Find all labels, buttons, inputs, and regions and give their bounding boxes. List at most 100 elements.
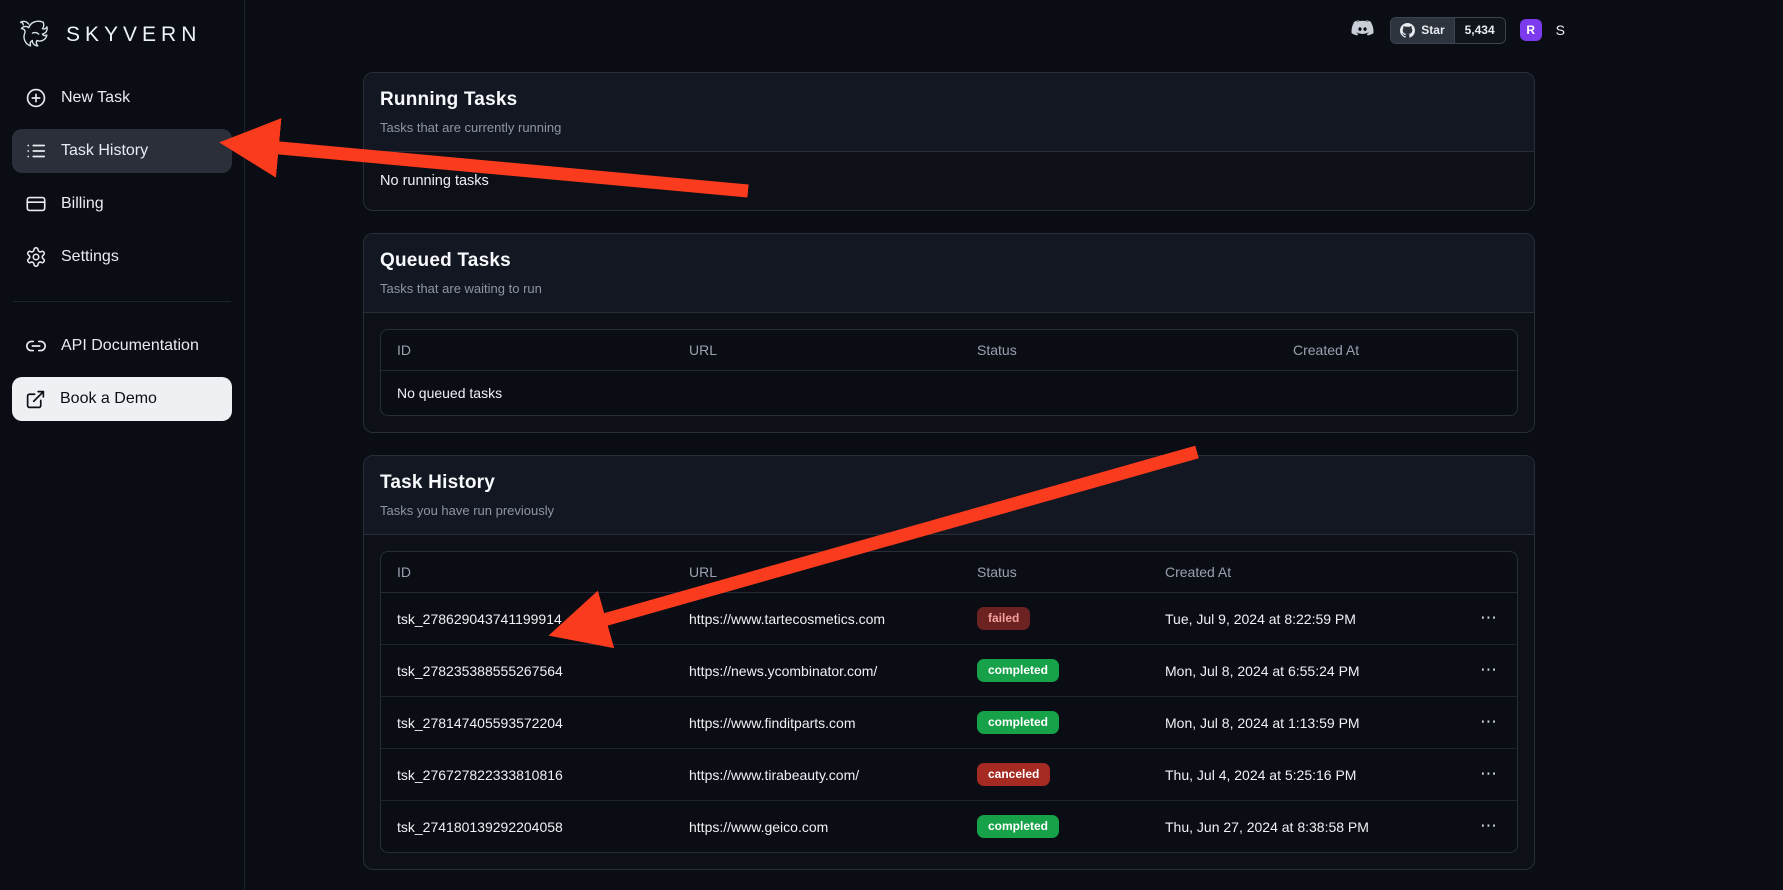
plus-circle-icon — [25, 87, 47, 109]
sidebar-item-billing[interactable]: Billing — [12, 182, 232, 226]
queued-tasks-header-row: ID URL Status Created At — [381, 330, 1517, 371]
task-history-header-row: ID URL Status Created At — [381, 552, 1517, 593]
user-label-cutoff: S — [1556, 22, 1565, 38]
task-created-cell: Tue, Jul 9, 2024 at 8:22:59 PM — [1149, 593, 1460, 645]
sidebar-item-label: Task History — [61, 142, 148, 160]
row-menu-button[interactable]: ⋯ — [1476, 712, 1501, 733]
task-status-cell: completed — [961, 801, 1149, 853]
discord-icon — [1349, 19, 1376, 41]
running-tasks-title: Running Tasks — [380, 89, 1518, 111]
column-header-url: URL — [673, 330, 961, 371]
task-status-cell: completed — [961, 645, 1149, 697]
task-history-subtitle: Tasks you have run previously — [380, 503, 1518, 518]
queued-tasks-body: ID URL Status Created At No queued tasks — [364, 313, 1534, 432]
running-tasks-card: Running Tasks Tasks that are currently r… — [363, 72, 1535, 211]
sidebar-divider — [13, 301, 231, 302]
task-history-body: ID URL Status Created At tsk_27862904374… — [364, 535, 1534, 869]
logo-text: SKYVERN — [66, 23, 201, 47]
task-created-cell: Mon, Jul 8, 2024 at 6:55:24 PM — [1149, 645, 1460, 697]
row-menu-button[interactable]: ⋯ — [1476, 816, 1501, 837]
queued-tasks-title: Queued Tasks — [380, 250, 1518, 272]
avatar[interactable]: R — [1520, 19, 1542, 41]
github-star-button[interactable]: Star 5,434 — [1390, 17, 1505, 44]
credit-card-icon — [25, 193, 47, 215]
task-history-title: Task History — [380, 472, 1518, 494]
column-header-url: URL — [673, 552, 961, 593]
task-history-card: Task History Tasks you have run previous… — [363, 455, 1535, 870]
task-status-cell: failed — [961, 593, 1149, 645]
status-badge: canceled — [977, 763, 1050, 786]
task-created-cell: Thu, Jun 27, 2024 at 8:38:58 PM — [1149, 801, 1460, 853]
sidebar-item-label: Settings — [61, 248, 119, 266]
row-menu-button[interactable]: ⋯ — [1476, 608, 1501, 629]
sidebar: SKYVERN New Task Task History — [0, 0, 245, 890]
gear-icon — [25, 246, 47, 268]
task-status-cell: completed — [961, 697, 1149, 749]
book-a-demo-button[interactable]: Book a Demo — [12, 377, 232, 421]
external-link-icon — [25, 389, 46, 410]
link-icon — [25, 335, 47, 357]
sidebar-nav: New Task Task History Billing — [0, 58, 244, 421]
task-id-cell: tsk_278147405593572204 — [381, 697, 673, 749]
running-tasks-subtitle: Tasks that are currently running — [380, 120, 1518, 135]
sidebar-item-label: API Documentation — [61, 337, 199, 355]
queued-tasks-card: Queued Tasks Tasks that are waiting to r… — [363, 233, 1535, 433]
table-row[interactable]: tsk_278629043741199914 https://www.tarte… — [381, 593, 1517, 645]
queued-tasks-empty-row: No queued tasks — [381, 371, 1517, 416]
task-menu-cell: ⋯ — [1460, 749, 1517, 801]
task-url-cell: https://www.tirabeauty.com/ — [673, 749, 961, 801]
column-header-id: ID — [381, 330, 673, 371]
task-id-cell: tsk_274180139292204058 — [381, 801, 673, 853]
column-header-created-at: Created At — [1149, 552, 1460, 593]
logo[interactable]: SKYVERN — [0, 0, 244, 58]
task-menu-cell: ⋯ — [1460, 697, 1517, 749]
table-row[interactable]: tsk_278235388555267564 https://news.ycom… — [381, 645, 1517, 697]
sidebar-item-label: Billing — [61, 195, 104, 213]
task-menu-cell: ⋯ — [1460, 593, 1517, 645]
github-star-count: 5,434 — [1454, 18, 1505, 43]
skyvern-logo-icon — [16, 15, 56, 55]
running-tasks-header: Running Tasks Tasks that are currently r… — [364, 73, 1534, 152]
column-header-id: ID — [381, 552, 673, 593]
task-created-cell: Thu, Jul 4, 2024 at 5:25:16 PM — [1149, 749, 1460, 801]
status-badge: failed — [977, 607, 1030, 630]
column-header-created-at: Created At — [1277, 330, 1517, 371]
discord-button[interactable] — [1349, 19, 1376, 41]
table-row[interactable]: tsk_278147405593572204 https://www.findi… — [381, 697, 1517, 749]
sidebar-item-new-task[interactable]: New Task — [12, 76, 232, 120]
task-menu-cell: ⋯ — [1460, 645, 1517, 697]
list-icon — [25, 140, 47, 162]
table-row[interactable]: tsk_276727822333810816 https://www.tirab… — [381, 749, 1517, 801]
github-icon — [1400, 23, 1415, 38]
column-header-status: Status — [961, 552, 1149, 593]
table-row[interactable]: tsk_274180139292204058 https://www.geico… — [381, 801, 1517, 853]
column-header-menu — [1460, 552, 1517, 593]
task-id-cell: tsk_276727822333810816 — [381, 749, 673, 801]
status-badge: completed — [977, 815, 1059, 838]
column-header-status: Status — [961, 330, 1277, 371]
task-id-cell: tsk_278629043741199914 — [381, 593, 673, 645]
sidebar-item-label: New Task — [61, 89, 130, 107]
task-id-cell: tsk_278235388555267564 — [381, 645, 673, 697]
book-a-demo-label: Book a Demo — [60, 390, 157, 408]
queued-tasks-table: ID URL Status Created At No queued tasks — [380, 329, 1518, 416]
topbar-actions: Star 5,434 R S — [1349, 16, 1565, 44]
status-badge: completed — [977, 659, 1059, 682]
github-star-left: Star — [1391, 18, 1453, 43]
task-history-header: Task History Tasks you have run previous… — [364, 456, 1534, 535]
task-history-table: ID URL Status Created At tsk_27862904374… — [380, 551, 1518, 853]
task-menu-cell: ⋯ — [1460, 801, 1517, 853]
main-content: Running Tasks Tasks that are currently r… — [363, 72, 1535, 870]
queued-tasks-header: Queued Tasks Tasks that are waiting to r… — [364, 234, 1534, 313]
task-status-cell: canceled — [961, 749, 1149, 801]
sidebar-item-api-documentation[interactable]: API Documentation — [12, 324, 232, 368]
task-url-cell: https://www.tartecosmetics.com — [673, 593, 961, 645]
sidebar-item-task-history[interactable]: Task History — [12, 129, 232, 173]
task-url-cell: https://www.geico.com — [673, 801, 961, 853]
row-menu-button[interactable]: ⋯ — [1476, 764, 1501, 785]
row-menu-button[interactable]: ⋯ — [1476, 660, 1501, 681]
sidebar-item-settings[interactable]: Settings — [12, 235, 232, 279]
queued-tasks-subtitle: Tasks that are waiting to run — [380, 281, 1518, 296]
queued-tasks-empty-message: No queued tasks — [381, 371, 1517, 416]
task-created-cell: Mon, Jul 8, 2024 at 1:13:59 PM — [1149, 697, 1460, 749]
